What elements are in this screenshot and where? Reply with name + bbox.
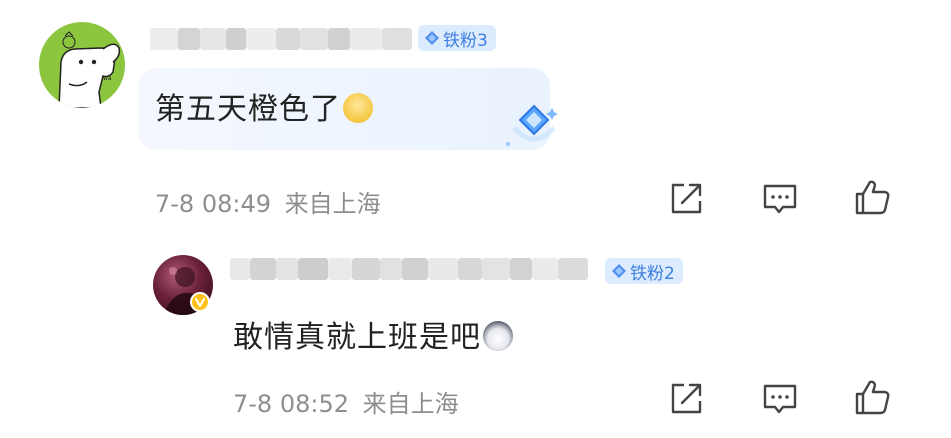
comment-location: 来自上海 bbox=[284, 190, 381, 218]
reply-text-content: 敢情真就上班是吧 bbox=[233, 320, 481, 355]
reply-like-button[interactable] bbox=[852, 377, 892, 417]
comment-meta: 7-8 08:49 来自上海 bbox=[155, 184, 381, 219]
reply-username-blurred[interactable] bbox=[230, 254, 600, 284]
verified-check-icon bbox=[195, 298, 205, 307]
verified-badge bbox=[190, 292, 210, 312]
reply-timestamp: 7-8 08:52 bbox=[233, 390, 349, 418]
fan-badge-label: 铁粉3 bbox=[443, 30, 488, 51]
reply-text: 敢情真就上班是吧 bbox=[233, 312, 513, 356]
reply-location: 来自上海 bbox=[362, 390, 459, 418]
comment-icon bbox=[763, 184, 797, 214]
share-icon bbox=[671, 383, 702, 414]
like-button[interactable] bbox=[852, 177, 892, 217]
username-blurred[interactable] bbox=[150, 24, 412, 54]
fan-badge[interactable]: 铁粉3 bbox=[418, 25, 496, 51]
comment-icon bbox=[763, 384, 797, 414]
comment-timestamp: 7-8 08:49 bbox=[155, 190, 271, 218]
comment-text: 第五天橙色了 bbox=[155, 84, 373, 128]
reply-button[interactable] bbox=[760, 179, 800, 219]
share-button[interactable] bbox=[666, 179, 706, 219]
smiling-face-emoji bbox=[343, 93, 373, 123]
like-icon bbox=[855, 180, 890, 215]
diamond-decoration-icon bbox=[490, 98, 570, 162]
comment-text-content: 第五天橙色了 bbox=[155, 92, 341, 127]
share-icon bbox=[671, 183, 702, 214]
reply-share-button[interactable] bbox=[666, 379, 706, 419]
reply-comment-button[interactable] bbox=[760, 379, 800, 419]
husky-dog-emoji bbox=[483, 321, 513, 351]
reply-fan-badge-label: 铁粉2 bbox=[630, 263, 675, 284]
avatar[interactable]: wa bbox=[39, 22, 125, 108]
reply-fan-badge[interactable]: 铁粉2 bbox=[605, 258, 683, 284]
reply-meta: 7-8 08:52 来自上海 bbox=[233, 384, 459, 419]
diamond-icon bbox=[425, 31, 439, 45]
diamond-icon bbox=[612, 264, 626, 278]
svg-text:wa: wa bbox=[103, 75, 112, 82]
like-icon bbox=[855, 380, 890, 415]
dog-avatar-icon: wa bbox=[58, 31, 121, 108]
